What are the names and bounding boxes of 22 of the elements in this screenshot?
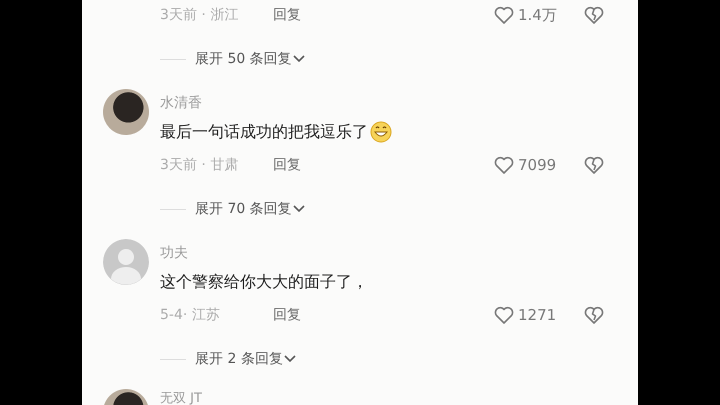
expand-replies-link[interactable]: 展开 2 条回复: [195, 350, 283, 368]
comment-text: 这个警察给你大大的面子了，: [160, 272, 368, 292]
reply-link[interactable]: 回复: [273, 156, 301, 174]
like-count: 7099: [518, 156, 556, 174]
heart-icon: [493, 4, 515, 26]
broken-heart-icon: [583, 4, 605, 26]
reply-link[interactable]: 回复: [273, 306, 301, 324]
broken-heart-icon: [583, 154, 605, 176]
expand-replies-link[interactable]: 展开 70 条回复: [195, 200, 292, 218]
broken-heart-icon: [583, 304, 605, 326]
like-count: 1271: [518, 306, 556, 324]
comment-text: 最后一句话成功的把我逗乐了: [160, 122, 368, 142]
heart-icon: [493, 154, 515, 176]
date-location: 3天前 · 浙江: [160, 6, 240, 24]
reply-link[interactable]: 回复: [273, 6, 301, 24]
heart-icon: [493, 304, 515, 326]
expand-replies-link[interactable]: 展开 50 条回复: [195, 50, 292, 68]
like-count: 1.4万: [518, 6, 557, 24]
date-location: 5-4· 江苏: [160, 306, 221, 324]
date-location: 3天前 · 甘肃: [160, 156, 240, 174]
avatar[interactable]: [103, 89, 149, 135]
grinning-face-icon: [370, 121, 392, 143]
